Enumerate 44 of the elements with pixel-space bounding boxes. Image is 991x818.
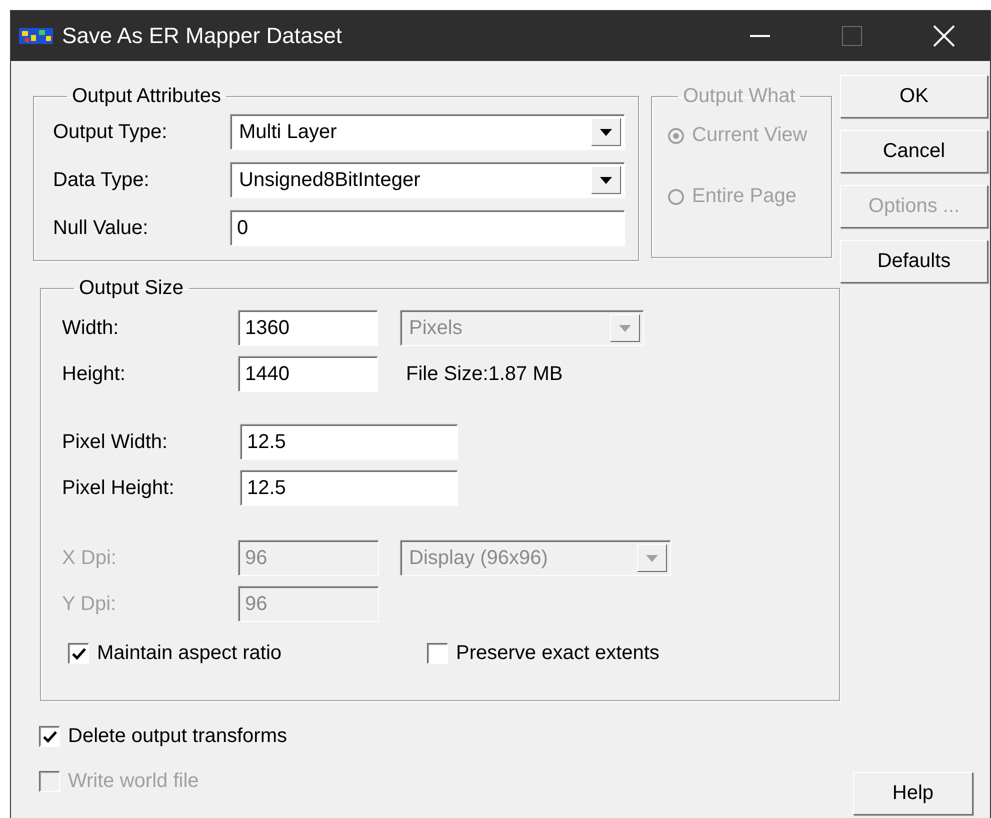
radio-label: Entire Page: [692, 185, 797, 208]
dialog-button[interactable]: OK: [840, 75, 988, 118]
caret-icon: [600, 128, 612, 136]
close-icon[interactable]: [933, 25, 955, 47]
group-title: Output What: [682, 85, 796, 108]
input-field[interactable]: 1360: [238, 310, 378, 346]
checkbox[interactable]: [68, 643, 89, 664]
dropdown[interactable]: Multi Layer: [230, 114, 625, 150]
field-label: Output Type:: [53, 120, 168, 144]
input-field[interactable]: 0: [230, 210, 625, 246]
input-field[interactable]: 12.5: [240, 424, 458, 460]
checkbox[interactable]: [427, 643, 448, 664]
input-field[interactable]: 1440: [238, 356, 378, 392]
dialog-button[interactable]: Defaults: [840, 240, 988, 283]
check-icon: [72, 648, 86, 660]
field-label: Pixel Height:: [62, 476, 174, 498]
field-label: Data Type:: [53, 168, 150, 192]
field-label: Width:: [62, 316, 119, 338]
caret-icon: [600, 176, 612, 184]
dropdown-button[interactable]: [591, 166, 621, 194]
radio-label: Current View: [692, 124, 808, 147]
field-label: Pixel Width:: [62, 430, 168, 452]
caret-icon: [646, 554, 658, 562]
help-button[interactable]: Help: [853, 772, 973, 815]
caret-icon: [619, 324, 631, 332]
checkbox-label: Preserve exact extents: [456, 642, 660, 665]
checkbox-label: Write world file: [68, 770, 199, 793]
group-title: Output Attributes: [71, 85, 222, 108]
field-label: Y Dpi:: [62, 592, 116, 614]
dropdown[interactable]: Unsigned8BitInteger: [230, 162, 625, 198]
check-icon: [42, 730, 56, 742]
field-label: X Dpi:: [62, 546, 116, 568]
app-icon: [19, 28, 53, 44]
dialog-button[interactable]: Cancel: [840, 130, 988, 173]
group-title: Output Size: [78, 277, 185, 300]
checkbox-label: Maintain aspect ratio: [97, 642, 282, 665]
file-size-text: File Size:1.87 MB: [406, 362, 563, 386]
window-title: Save As ER Mapper Dataset: [62, 23, 344, 49]
checkbox-label: Delete output transforms: [68, 725, 287, 748]
dropdown-button[interactable]: [591, 118, 621, 146]
field-label: Height:: [62, 362, 126, 384]
input-field[interactable]: 12.5: [240, 470, 458, 506]
checkbox[interactable]: [39, 726, 60, 747]
field-label: Null Value:: [53, 216, 150, 240]
